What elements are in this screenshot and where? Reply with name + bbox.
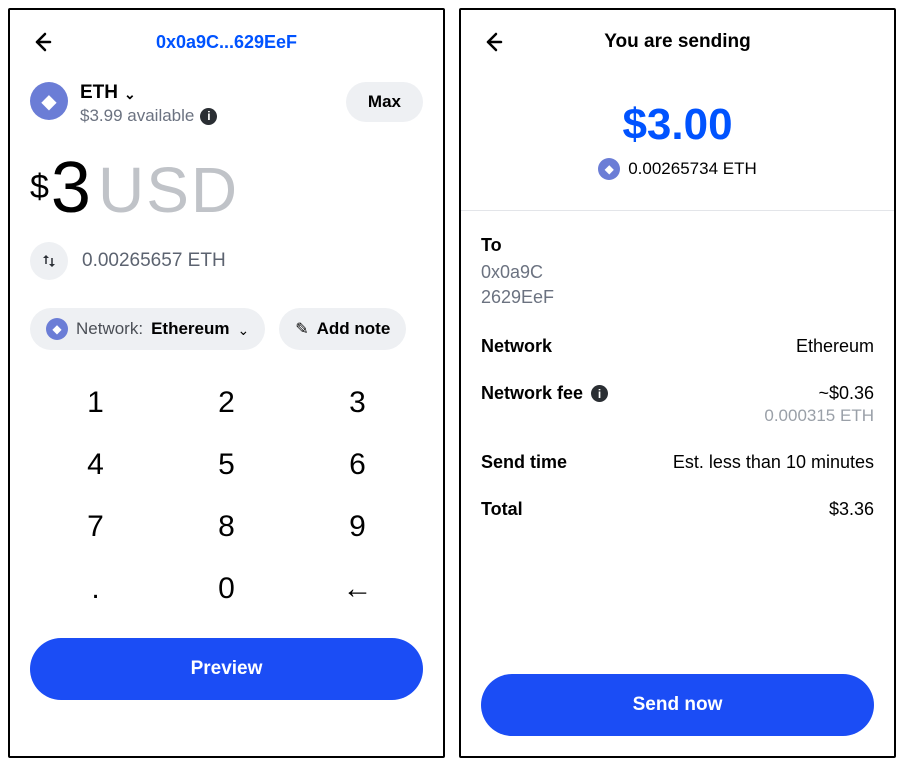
- key-9[interactable]: 9: [292, 496, 423, 558]
- summary-amount-block: $3.00 ◆ 0.00265734 ETH: [481, 100, 874, 180]
- eth-icon: ◆: [598, 158, 620, 180]
- amount-value: 3: [51, 152, 92, 224]
- network-label: Network: [481, 336, 552, 357]
- asset-symbol: ETH: [80, 82, 118, 104]
- swap-row: 0.00265657 ETH: [30, 242, 423, 280]
- to-label: To: [481, 235, 874, 256]
- key-4[interactable]: 4: [30, 434, 161, 496]
- key-1[interactable]: 1: [30, 372, 161, 434]
- key-8[interactable]: 8: [161, 496, 292, 558]
- currency-glyph: $: [30, 168, 49, 207]
- summary-eth-amount: 0.00265734 ETH: [628, 159, 757, 179]
- send-time-row: Send time Est. less than 10 minutes: [481, 452, 874, 473]
- to-address-line1: 0x0a9C: [481, 262, 543, 282]
- divider: [461, 210, 894, 211]
- add-note-label: Add note: [317, 319, 391, 339]
- back-arrow-icon[interactable]: [481, 30, 505, 54]
- summary-usd-amount: $3.00: [481, 100, 874, 150]
- key-0[interactable]: 0: [161, 558, 292, 620]
- network-pill[interactable]: ◆ Network: Ethereum ⌄: [30, 308, 265, 350]
- network-fee-row: Network fee i ~$0.36 0.000315 ETH: [481, 383, 874, 426]
- network-row: Network Ethereum: [481, 336, 874, 357]
- amount-display: $ 3 USD: [30, 152, 423, 224]
- info-icon[interactable]: i: [200, 108, 217, 125]
- asset-selector-row: ◆ ETH ⌄ $3.99 available i Max: [30, 82, 423, 126]
- key-5[interactable]: 5: [161, 434, 292, 496]
- send-now-button[interactable]: Send now: [481, 674, 874, 736]
- network-fee-label: Network fee: [481, 383, 583, 404]
- key-2[interactable]: 2: [161, 372, 292, 434]
- max-button-label: Max: [368, 92, 401, 111]
- to-block: To 0x0a9C 2629EeF: [481, 235, 874, 310]
- info-icon[interactable]: i: [591, 385, 608, 402]
- total-value: $3.36: [829, 499, 874, 520]
- asset-available-text: $3.99 available: [80, 106, 194, 126]
- network-value: Ethereum: [151, 319, 229, 339]
- send-time-value: Est. less than 10 minutes: [673, 452, 874, 473]
- key-dot[interactable]: .: [30, 558, 161, 620]
- total-row: Total $3.36: [481, 499, 874, 520]
- send-confirm-screen: You are sending $3.00 ◆ 0.00265734 ETH T…: [459, 8, 896, 758]
- eth-icon: ◆: [46, 318, 68, 340]
- preview-button[interactable]: Preview: [30, 638, 423, 700]
- chevron-down-icon: ⌄: [124, 86, 136, 103]
- key-3[interactable]: 3: [292, 372, 423, 434]
- to-address-line2: 2629EeF: [481, 287, 554, 307]
- network-label-prefix: Network:: [76, 319, 143, 339]
- key-7[interactable]: 7: [30, 496, 161, 558]
- numeric-keypad: 1 2 3 4 5 6 7 8 9 . 0 ←: [30, 372, 423, 620]
- send-now-button-label: Send now: [633, 694, 723, 716]
- topbar-right: You are sending: [481, 28, 874, 56]
- pencil-icon: ✎: [295, 319, 308, 339]
- swap-currency-button[interactable]: [30, 242, 68, 280]
- back-arrow-icon[interactable]: [30, 30, 54, 54]
- send-entry-screen: 0x0a9C...629EeF ◆ ETH ⌄ $3.99 available …: [8, 8, 445, 758]
- preview-button-label: Preview: [191, 658, 263, 680]
- network-value: Ethereum: [796, 336, 874, 357]
- screen-title: You are sending: [505, 31, 850, 53]
- topbar-left: 0x0a9C...629EeF: [30, 28, 423, 56]
- key-backspace[interactable]: ←: [292, 558, 423, 620]
- eth-equivalent-text: 0.00265657 ETH: [82, 250, 226, 272]
- recipient-address-header[interactable]: 0x0a9C...629EeF: [54, 32, 399, 53]
- max-button[interactable]: Max: [346, 82, 423, 122]
- add-note-pill[interactable]: ✎ Add note: [279, 308, 406, 350]
- chevron-down-icon: ⌄: [238, 322, 250, 339]
- eth-icon: ◆: [30, 82, 68, 120]
- network-fee-usd: ~$0.36: [818, 383, 874, 403]
- asset-selector[interactable]: ETH ⌄: [80, 82, 217, 104]
- currency-code: USD: [98, 158, 239, 222]
- key-6[interactable]: 6: [292, 434, 423, 496]
- send-time-label: Send time: [481, 452, 567, 473]
- network-fee-eth: 0.000315 ETH: [764, 406, 874, 426]
- total-label: Total: [481, 499, 523, 520]
